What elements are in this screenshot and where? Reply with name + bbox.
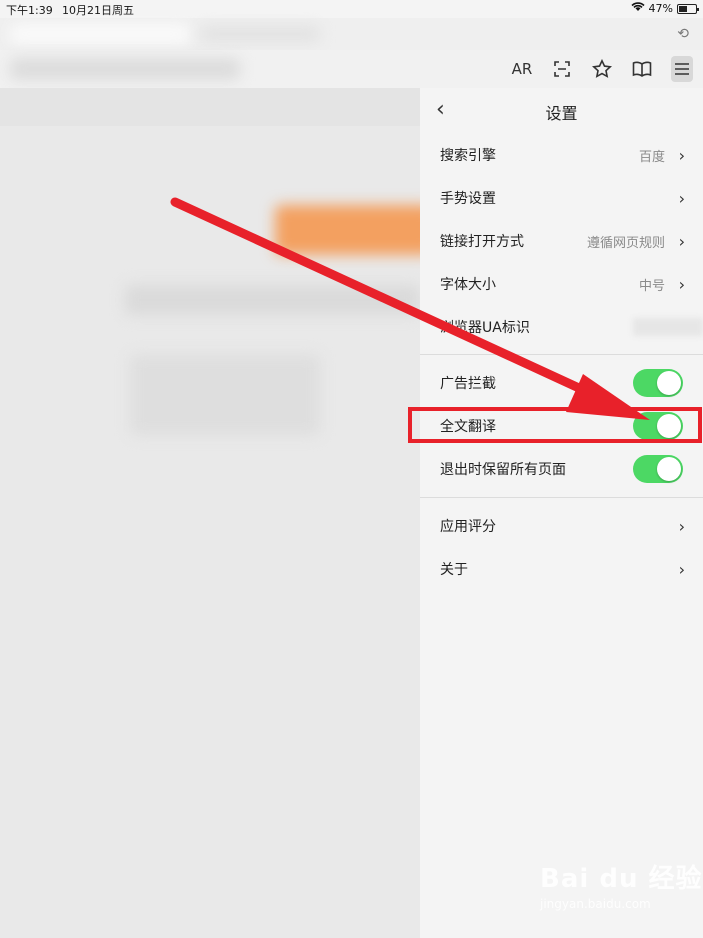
watermark-site: jingyan.baidu.com (540, 897, 651, 911)
red-arrow-icon (170, 197, 650, 420)
baidu-watermark: Bai du 经验 jingyan.baidu.com (540, 858, 703, 911)
watermark-brand: Bai du 经验 (540, 864, 703, 894)
